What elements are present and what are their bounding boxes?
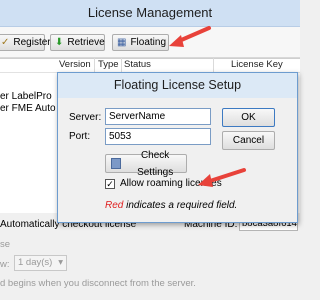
se-label: se bbox=[0, 239, 11, 250]
floating-license-dialog: Floating License Setup Server: ServerNam… bbox=[57, 72, 298, 223]
floating-icon: ▦ bbox=[117, 37, 127, 48]
check-settings-button[interactable]: Check Settings bbox=[105, 150, 187, 178]
footer-note: d begins when you disconnect from the se… bbox=[0, 278, 196, 289]
duration-select[interactable]: 1 day(s) ▾ bbox=[14, 255, 67, 271]
check-settings-icon bbox=[111, 158, 122, 169]
floating-button[interactable]: ▦ Floating bbox=[112, 34, 169, 51]
column-separator bbox=[213, 58, 214, 72]
column-type[interactable]: Type bbox=[98, 58, 119, 72]
register-label: Register bbox=[13, 37, 51, 48]
column-license-key[interactable]: License Key bbox=[231, 58, 283, 72]
w-label: w: bbox=[0, 259, 10, 270]
column-version[interactable]: Version bbox=[59, 58, 91, 72]
duration-value: 1 day(s) bbox=[18, 257, 53, 268]
server-label: Server: bbox=[69, 112, 102, 123]
required-note-text: indicates a required field. bbox=[123, 200, 238, 211]
arrow-to-roaming-icon bbox=[198, 168, 246, 187]
list-item[interactable]: er LabelPro bbox=[0, 91, 52, 102]
column-separator bbox=[121, 58, 122, 72]
column-separator bbox=[94, 58, 95, 72]
list-item[interactable]: er FME Auto bbox=[0, 103, 56, 114]
required-note: Red indicates a required field. bbox=[105, 200, 237, 211]
cancel-button[interactable]: Cancel bbox=[222, 131, 275, 150]
register-icon: ✓ bbox=[1, 37, 10, 48]
dialog-title: Floating License Setup bbox=[58, 73, 297, 98]
server-input[interactable]: ServerName bbox=[105, 108, 211, 125]
check-settings-label: Check Settings bbox=[137, 149, 174, 178]
toolbar: ✓ Register ⬇ Retrieve ▦ Floating bbox=[0, 27, 300, 58]
arrow-to-floating-icon bbox=[169, 26, 211, 47]
register-button[interactable]: ✓ Register bbox=[0, 34, 51, 51]
port-label: Port: bbox=[69, 131, 91, 142]
retrieve-button[interactable]: ⬇ Retrieve bbox=[50, 34, 105, 51]
window-title: License Management bbox=[0, 0, 300, 27]
column-status[interactable]: Status bbox=[124, 58, 151, 72]
floating-label: Floating bbox=[130, 37, 167, 48]
retrieve-label: Retrieve bbox=[67, 37, 105, 48]
ok-button[interactable]: OK bbox=[222, 108, 275, 127]
chevron-down-icon: ▾ bbox=[58, 257, 63, 268]
retrieve-icon: ⬇ bbox=[55, 37, 64, 48]
required-red-word: Red bbox=[105, 200, 124, 211]
port-input[interactable]: 5053 bbox=[105, 128, 211, 145]
roaming-checkbox[interactable]: ✓ bbox=[105, 179, 115, 189]
